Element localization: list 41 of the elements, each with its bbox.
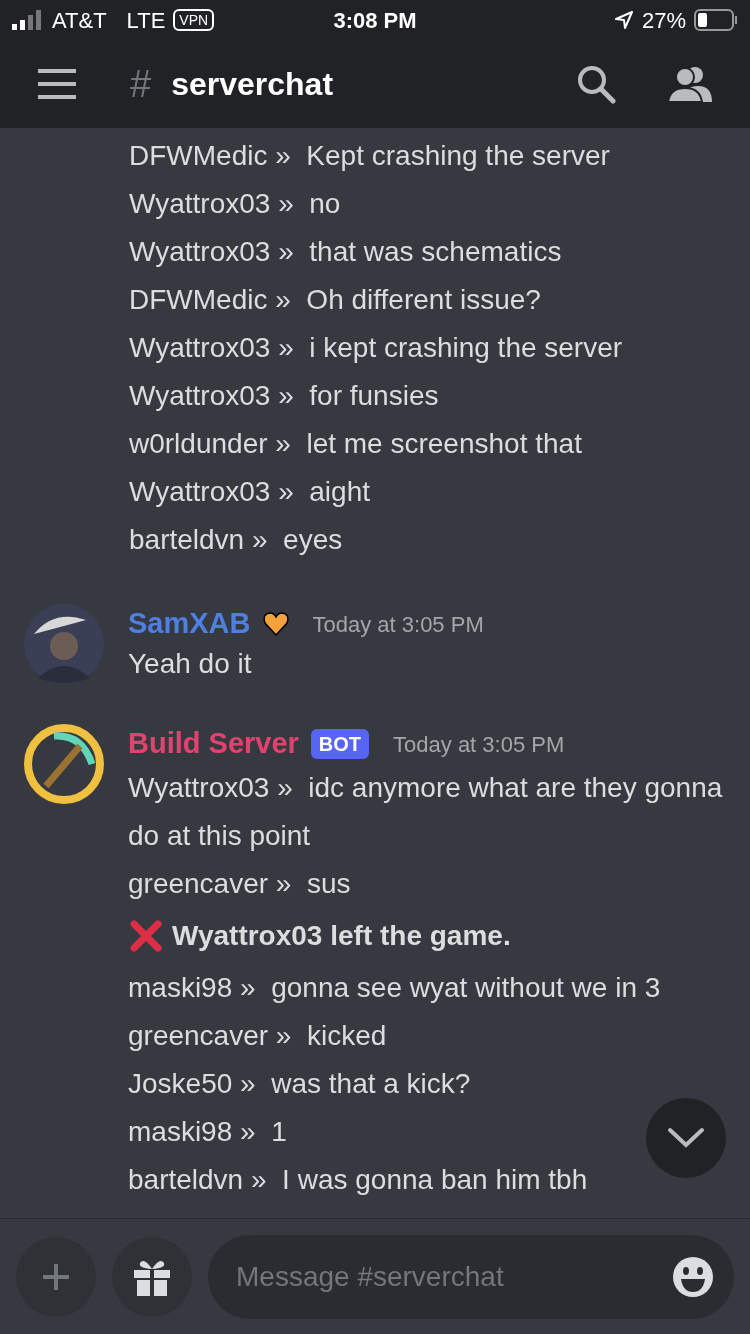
chevron-down-icon xyxy=(667,1127,705,1149)
timestamp: Today at 3:05 PM xyxy=(312,610,484,639)
plus-icon xyxy=(41,1261,71,1292)
members-icon[interactable] xyxy=(668,66,712,102)
menu-button[interactable] xyxy=(38,69,76,99)
battery-icon xyxy=(694,9,738,31)
channel-name: serverchat xyxy=(171,65,335,104)
event-text: Wyattrox03 left the game. xyxy=(172,919,511,953)
vpn-badge: VPN xyxy=(173,9,215,31)
message-text: Yeah do it xyxy=(128,647,252,681)
username[interactable]: SamXAB xyxy=(128,602,251,646)
message-text: barteldvn » I was gonna ban him tbh xyxy=(128,1163,588,1197)
message-text: DFWMedic » Kept crashing the server xyxy=(129,139,610,173)
message-text: DFWMedic » Oh different issue? xyxy=(129,283,541,317)
battery-percent: 27% xyxy=(641,6,686,35)
message-text: Wyattrox03 » i kept crashing the server xyxy=(129,331,623,365)
signal-icon xyxy=(12,10,44,30)
message-text: maski98 » 1 xyxy=(128,1115,287,1149)
message-text: greencaver » kicked xyxy=(128,1019,387,1053)
bot-badge: BOT xyxy=(310,729,370,759)
network-type: LTE xyxy=(126,6,166,35)
channel-hash: # xyxy=(130,61,152,107)
clock: 3:08 PM xyxy=(332,6,418,35)
message-text: Wyattrox03 » that was schematics xyxy=(129,235,562,269)
pickaxe-avatar-icon xyxy=(24,724,104,804)
message-text: greencaver » sus xyxy=(128,867,351,901)
message-text: Joske50 » was that a kick? xyxy=(128,1067,471,1101)
message-text: barteldvn » eyes xyxy=(129,523,343,557)
location-icon xyxy=(613,10,634,30)
username[interactable]: Build Server xyxy=(128,722,299,766)
message-text: Wyattrox03 » for funsies xyxy=(129,379,439,413)
message-text: Wyattrox03 » aight xyxy=(129,475,370,509)
message-text: Wyattrox03 » no xyxy=(129,187,341,221)
timestamp: Today at 3:05 PM xyxy=(393,730,565,759)
message-text: maski98 » gonna see wyat without we in 3 xyxy=(128,971,661,1005)
cross-icon xyxy=(128,918,164,954)
emoji-icon[interactable] xyxy=(672,1255,714,1298)
carrier: AT&T xyxy=(52,6,107,35)
message-text: w0rldunder » let me screenshot that xyxy=(129,427,582,461)
message-field[interactable]: Message #serverchat xyxy=(208,1234,734,1319)
search-icon[interactable] xyxy=(576,64,616,104)
